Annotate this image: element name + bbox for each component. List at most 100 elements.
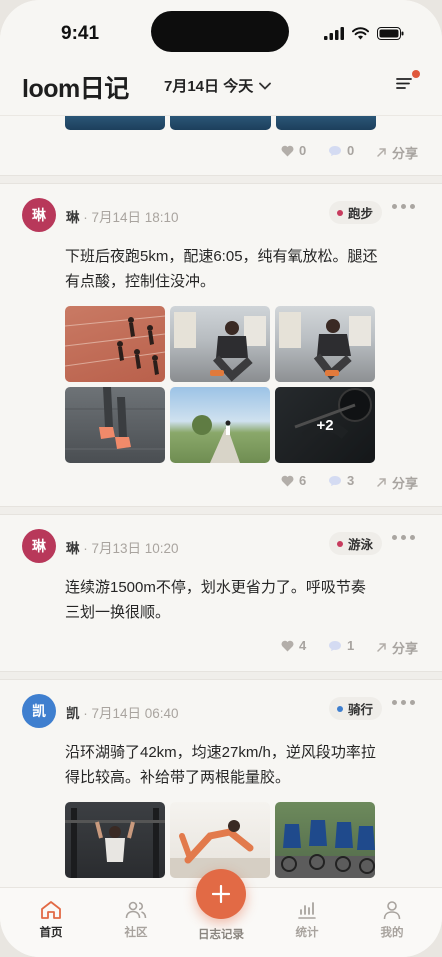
post-actions: 6 3 分享 [0,473,442,493]
like-button[interactable]: 6 [281,473,306,488]
photo-thumbnail[interactable]: +2 [275,387,375,463]
comment-button[interactable]: 0 [328,143,354,158]
tag-dot [336,209,343,216]
post-header: 琳 琳 · 7月14日 18:10 跑步 [0,198,442,238]
post-divider [0,175,442,184]
more-dot-icon [410,700,415,705]
heart-icon [281,475,294,486]
system-icons [324,27,404,40]
avatar[interactable]: 凯 [22,694,56,728]
photo-thumbnail[interactable] [275,306,375,382]
community-icon [125,901,147,919]
like-count: 4 [299,638,307,653]
share-icon [377,643,386,652]
author-name[interactable]: 琳 [66,541,80,556]
post-header: 琳 琳 · 7月13日 10:20 游泳 [0,529,442,569]
post-text: 连续游1500m不停，划水更省力了。呼吸节奏三划一换很顺。 [65,579,366,621]
more-dot-icon [401,535,406,540]
tab-home[interactable]: 首页 [21,900,81,940]
chevron-down-icon [259,82,272,90]
post-header: 凯 凯 · 7月14日 06:40 骑行 [0,694,442,734]
home-icon [41,901,61,919]
tag-label: 游泳 [347,538,373,552]
post-time: · 7月14日 06:40 [79,706,179,721]
post-divider [0,671,442,680]
more-dot-icon [401,700,406,705]
tab-me[interactable]: 我的 [362,900,422,940]
photo-thumbnail[interactable] [170,306,270,382]
comment-button[interactable]: 3 [328,473,354,488]
share-label: 分享 [392,146,419,161]
post-time: · 7月13日 10:20 [79,541,179,556]
menu-button[interactable] [392,70,420,95]
dynamic-island [151,11,289,52]
like-button[interactable]: 0 [281,143,306,158]
share-label: 分享 [392,476,419,491]
share-button[interactable]: 分享 [376,638,418,657]
post-text: 沿环湖骑了42km，均速27km/h，逆风段功率拉得比较高。补给带了两根能量胶。 [65,744,376,786]
photo-thumbnail[interactable] [170,116,271,130]
date-selector[interactable]: 7月14日 今天 [164,75,272,96]
feed[interactable]: 0 0 分享 琳 琳 · 7月14日 18:10 跑步 下班后夜跑5km，配速6… [0,116,442,957]
photo-grid [65,802,376,878]
comment-count: 3 [347,473,355,488]
photo-thumbnail[interactable] [65,387,165,463]
more-dot-icon [392,204,397,209]
more-dot-icon [410,535,415,540]
tab-home-label: 首页 [39,927,63,939]
comment-count: 0 [347,143,355,158]
activity-tag[interactable]: 跑步 [328,201,382,224]
more-dot-icon [392,535,397,540]
tag-label: 跑步 [347,207,373,221]
activity-tag[interactable]: 骑行 [328,697,382,720]
comment-icon [329,640,341,651]
tab-community-label: 社区 [124,927,148,939]
notification-dot [412,70,420,78]
battery-icon [377,27,404,40]
photo-thumbnail[interactable] [275,116,376,130]
share-label: 分享 [392,641,419,656]
date-label: 7月14日 今天 [164,78,254,95]
more-options-button[interactable] [392,204,415,209]
photo-grid: +2 [65,306,376,463]
avatar-initial: 琳 [32,538,46,554]
photo-thumbnail[interactable] [65,802,165,878]
comment-icon [329,145,341,156]
wifi-icon [352,27,369,40]
activity-tag[interactable]: 游泳 [328,532,382,555]
stats-icon [298,902,316,919]
more-photos-overlay[interactable]: +2 [275,387,375,463]
more-dot-icon [410,204,415,209]
photo-thumbnail[interactable] [65,116,166,130]
share-icon [377,148,386,157]
photo-thumbnail[interactable] [170,802,270,878]
photo-strip [65,116,376,130]
author-name[interactable]: 琳 [66,210,80,225]
comment-button[interactable]: 1 [328,638,354,653]
photo-thumbnail[interactable] [275,802,375,878]
tab-stats-label: 统计 [295,927,319,939]
new-journal-button[interactable] [196,869,246,919]
comment-count: 1 [347,638,355,653]
tab-community[interactable]: 社区 [106,900,166,940]
more-dot-icon [401,204,406,209]
profile-icon [383,901,401,920]
status-bar: 9:41 [0,0,442,66]
author-name[interactable]: 凯 [66,706,80,721]
like-button[interactable]: 4 [281,638,306,653]
avatar[interactable]: 琳 [22,529,56,563]
like-count: 0 [299,143,307,158]
avatar[interactable]: 琳 [22,198,56,232]
more-options-button[interactable] [392,535,415,540]
share-button[interactable]: 分享 [376,143,418,162]
post-actions: 4 1 分享 [0,638,442,658]
photo-thumbnail[interactable] [65,306,165,382]
share-button[interactable]: 分享 [376,473,418,492]
more-options-button[interactable] [392,700,415,705]
tab-stats[interactable]: 统计 [277,900,337,940]
app-header: loom日记 7月14日 今天 [0,66,442,116]
post-meta: 凯 · 7月14日 06:40 [66,702,179,722]
post-divider [0,506,442,515]
tab-journal-label[interactable]: 日志记录 [191,926,251,942]
photo-thumbnail[interactable] [170,387,270,463]
